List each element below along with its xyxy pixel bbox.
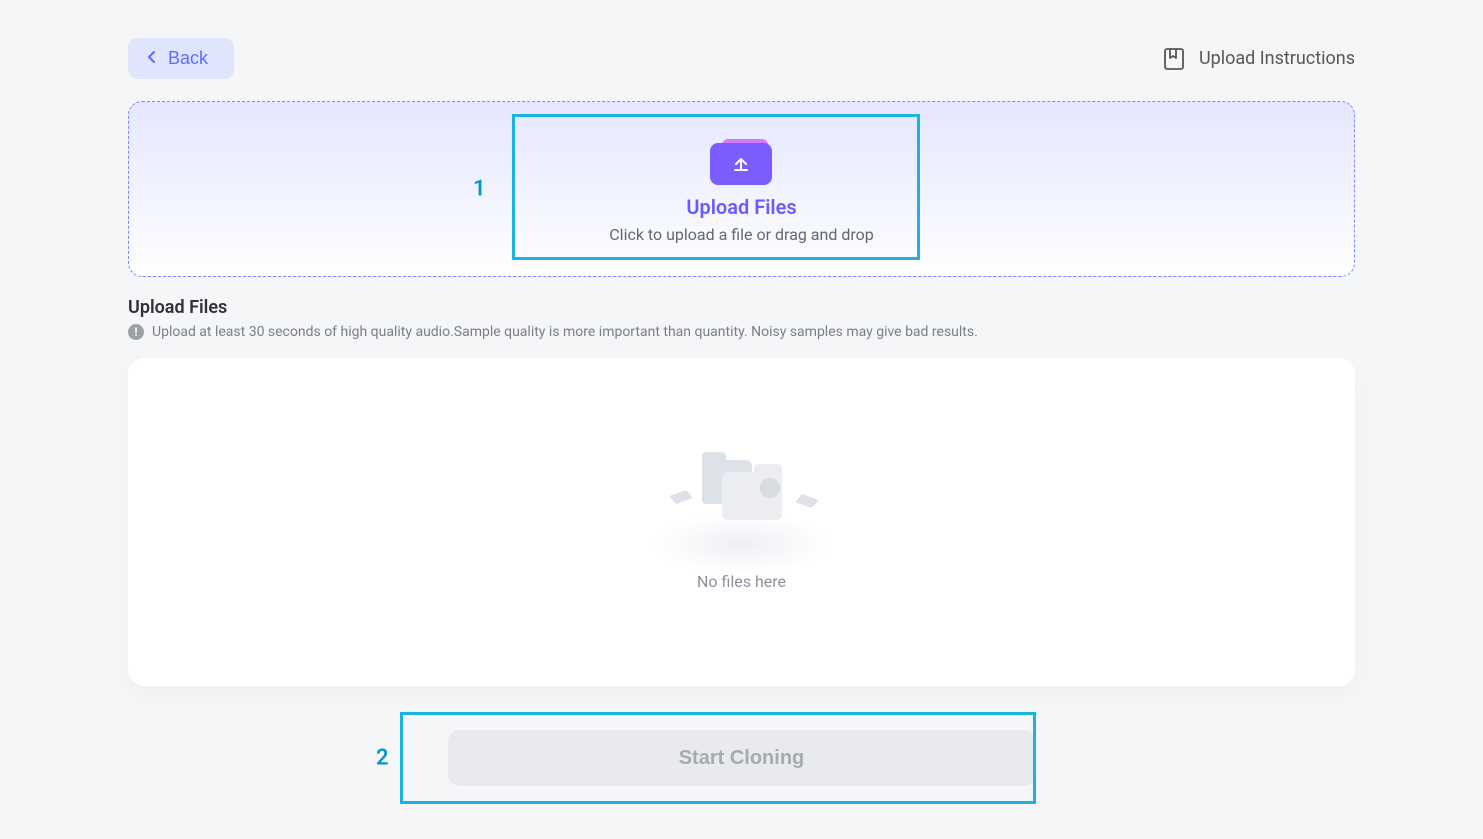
annotation-step-1: 1 [473,177,486,202]
instructions-label: Upload Instructions [1199,48,1355,69]
header-row: Back Upload Instructions [128,38,1355,79]
hint-text: Upload at least 30 seconds of high quali… [152,324,978,340]
dropzone-title: Upload Files [609,195,873,219]
bookmark-page-icon [1161,46,1187,72]
dropzone-content: Upload Files Click to upload a file or d… [609,135,873,244]
bottom-actions: 2 Start Cloning [128,712,1355,804]
dropzone-subtitle: Click to upload a file or drag and drop [609,225,873,244]
back-label: Back [168,48,208,69]
files-panel: No files here [128,358,1355,686]
upload-folder-icon [710,135,772,185]
upload-dropzone[interactable]: 1 Upload Files Click to upload a file or… [128,101,1355,277]
empty-files-text: No files here [697,572,786,591]
upload-instructions-link[interactable]: Upload Instructions [1161,46,1355,72]
empty-files-icon [662,454,822,544]
start-cloning-button[interactable]: Start Cloning [448,730,1036,786]
back-button[interactable]: Back [128,38,234,79]
chevron-left-icon [146,49,158,68]
annotation-step-2: 2 [376,746,389,771]
section-title: Upload Files [128,297,1355,318]
info-icon: ! [128,324,144,340]
hint-row: ! Upload at least 30 seconds of high qua… [128,324,1355,340]
